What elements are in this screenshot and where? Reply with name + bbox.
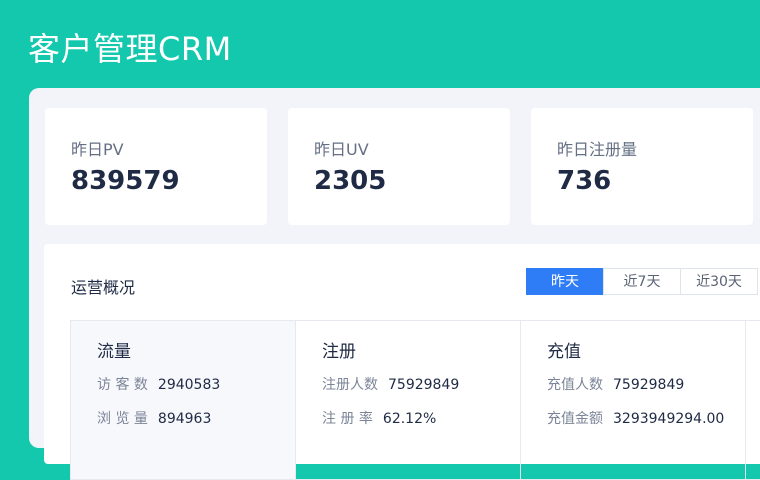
tab-last-30-days[interactable]: 近30天 — [680, 268, 758, 295]
metrics-grid: 流量 访 客 数 2940583 浏 览 量 894963 注册 注册人数 75929… — [70, 320, 760, 480]
metric-value: 75929849 — [613, 377, 685, 393]
column-title: 充值 — [547, 342, 581, 362]
metric-label: 充值人数 — [547, 377, 603, 393]
metric-row: 充值金额 3293949294.00 — [547, 408, 724, 428]
metric-value: 75929849 — [388, 377, 460, 393]
metric-label: 访 客 数 — [97, 377, 148, 393]
metric-value: 894963 — [157, 411, 212, 427]
stat-value: 2305 — [314, 166, 387, 196]
stat-card-pv: 昨日PV 839579 — [45, 108, 267, 225]
date-range-tabs: 昨天 近7天 近30天 — [526, 268, 758, 295]
metric-label: 注 册 率 — [322, 411, 373, 427]
metric-value: 3293949294.00 — [613, 411, 725, 427]
metric-column-recharge: 充值 充值人数 75929849 充值金额 3293949294.00 — [521, 321, 746, 479]
column-title: 注册 — [322, 342, 356, 362]
metric-row: 访 客 数 2940583 — [97, 374, 220, 394]
stat-value: 839579 — [71, 166, 180, 196]
metric-column-registration: 注册 注册人数 75929849 注 册 率 62.12% — [296, 321, 521, 479]
metric-row: 注册人数 75929849 — [322, 374, 459, 394]
metric-label: 充值金额 — [547, 411, 603, 427]
metric-row: 浏 览 量 894963 — [97, 408, 211, 428]
stat-card-registrations: 昨日注册量 736 — [531, 108, 753, 225]
operations-overview: 运营概况 昨天 近7天 近30天 流量 访 客 数 2940583 浏 览 量 89… — [44, 244, 760, 480]
metric-row: 充值人数 75929849 — [547, 374, 684, 394]
metric-row: 注 册 率 62.12% — [322, 408, 436, 428]
tab-yesterday[interactable]: 昨天 — [526, 268, 604, 295]
content-panel: 昨日PV 839579 昨日UV 2305 昨日注册量 736 运营概况 昨天 … — [29, 88, 760, 480]
metric-label: 注册人数 — [322, 377, 378, 393]
stat-label: 昨日注册量 — [557, 140, 638, 159]
metric-column-traffic: 流量 访 客 数 2940583 浏 览 量 894963 — [71, 321, 296, 479]
app-title: 客户管理CRM — [28, 30, 232, 68]
section-title: 运营概况 — [71, 278, 136, 297]
tab-last-7-days[interactable]: 近7天 — [603, 268, 681, 295]
metric-label: 浏 览 量 — [97, 411, 148, 427]
stat-label: 昨日PV — [71, 140, 124, 159]
metric-value: 62.12% — [382, 411, 437, 427]
metric-value: 2940583 — [157, 377, 221, 393]
stat-value: 736 — [557, 166, 612, 196]
column-title: 流量 — [97, 342, 131, 362]
stat-label: 昨日UV — [314, 140, 369, 159]
stat-card-uv: 昨日UV 2305 — [288, 108, 510, 225]
